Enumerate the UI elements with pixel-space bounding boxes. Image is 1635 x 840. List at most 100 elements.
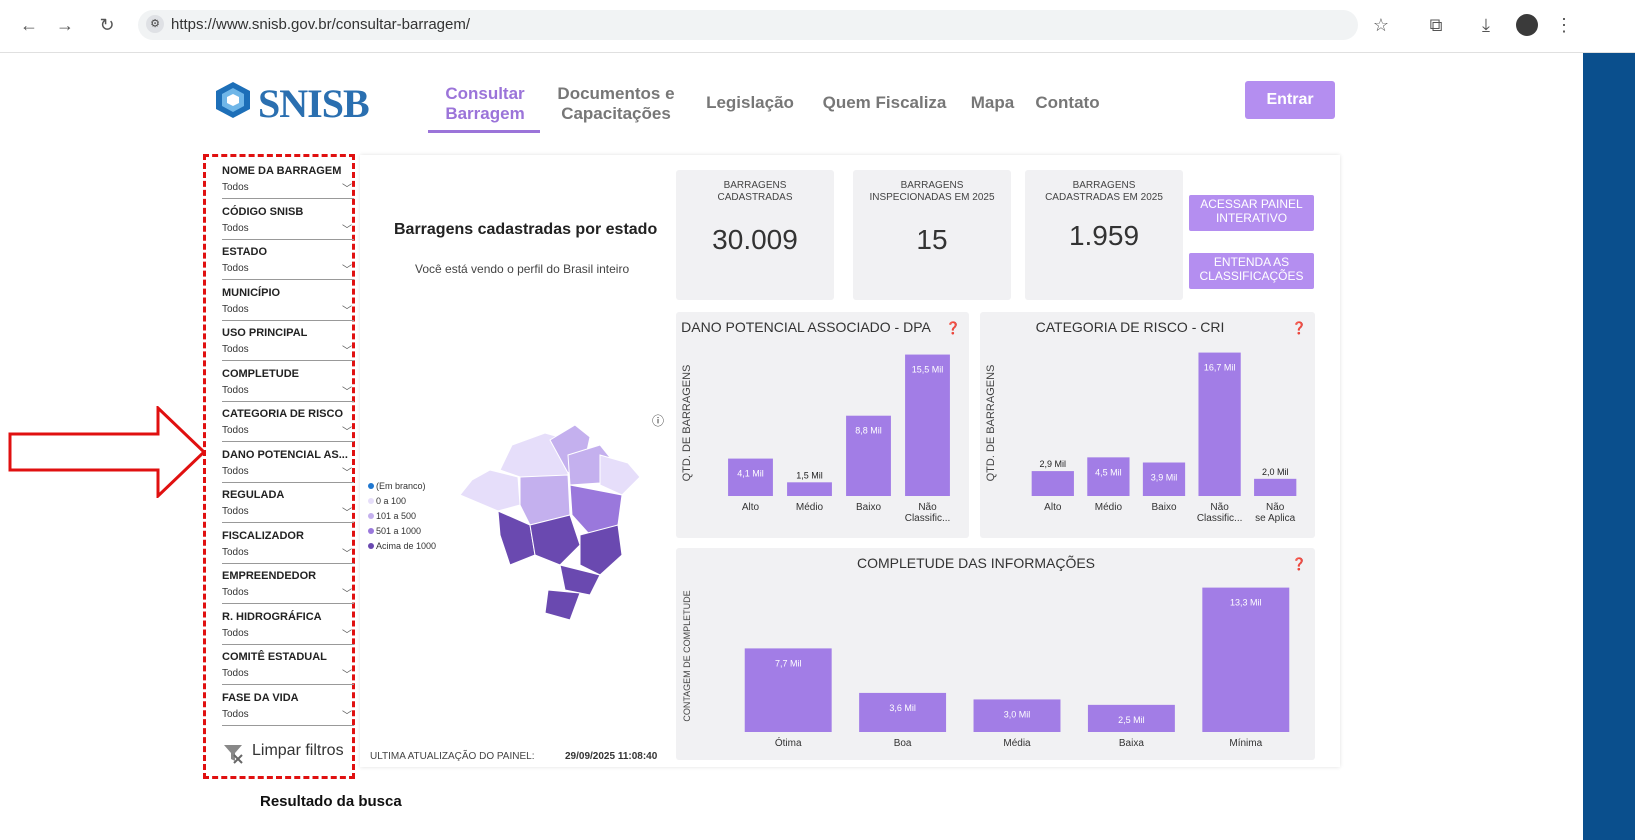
category-label: Alto	[742, 502, 760, 513]
filter-value: Todos	[222, 425, 249, 436]
category-label: Mínima	[1229, 738, 1262, 749]
map-title: Barragens cadastradas por estado	[394, 221, 658, 238]
back-icon[interactable]: ←	[18, 14, 40, 36]
chevron-down-icon[interactable]: ﹀	[342, 504, 352, 519]
legend-swatch	[368, 543, 374, 549]
y-axis-label: QTD. DE BARRAGENS	[681, 365, 693, 482]
help-icon: ❓	[1292, 321, 1307, 335]
legend-item[interactable]: 501 a 1000	[368, 526, 421, 536]
chevron-down-icon[interactable]: ﹀	[342, 261, 352, 276]
clear-filter-icon[interactable]	[222, 742, 244, 764]
filter-value: Todos	[222, 222, 249, 234]
chevron-down-icon[interactable]: ﹀	[342, 464, 352, 479]
logo[interactable]: SNISB	[258, 80, 370, 127]
category-label: Alto	[1044, 502, 1062, 513]
menu-dots-icon[interactable]: ⋮	[1553, 14, 1575, 36]
bar-value-label: 4,1 Mil	[737, 469, 764, 479]
nav-contato[interactable]: Contato	[1030, 93, 1105, 113]
bar-value-label: 2,9 Mil	[1040, 459, 1067, 469]
nav-legislacao[interactable]: Legislação	[700, 93, 800, 113]
chart-title: CATEGORIA DE RISCO - CRI	[1036, 319, 1225, 335]
chevron-down-icon[interactable]: ﹀	[342, 302, 352, 317]
site-info-icon[interactable]: ⚙	[146, 15, 164, 33]
bar-value-label: 3,9 Mil	[1151, 473, 1178, 483]
filter-select[interactable]: Todos ﹀	[222, 547, 354, 564]
open-panel-button[interactable]: ACESSAR PAINEL INTERATIVO	[1189, 195, 1314, 231]
url-text[interactable]: https://www.snisb.gov.br/consultar-barra…	[171, 16, 470, 33]
filter-value: Todos	[222, 627, 249, 639]
filter-label: USO PRINCIPAL	[222, 327, 308, 339]
filter-label: COMITÊ ESTADUAL	[222, 651, 327, 663]
bar-value-label: 4,5 Mil	[1095, 467, 1122, 477]
filter-select[interactable]: Todos ﹀	[222, 223, 354, 240]
category-label-line: Não	[1210, 502, 1229, 513]
filter-select[interactable]: Todos ﹀	[222, 628, 354, 645]
legend-swatch	[368, 483, 374, 489]
cri-chart: CATEGORIA DE RISCO - CRI ❓ QTD. DE BARRAGE…	[985, 319, 1307, 524]
legend-item[interactable]: Acima de 1000	[368, 541, 436, 551]
filter-select[interactable]: Todos ﹀	[222, 709, 354, 726]
page-edge	[1583, 53, 1635, 840]
star-icon[interactable]: ☆	[1370, 14, 1392, 36]
clear-filters-button[interactable]: Limpar filtros	[252, 742, 344, 760]
filter-select[interactable]: Todos ﹀	[222, 506, 354, 523]
chevron-down-icon[interactable]: ﹀	[342, 666, 352, 681]
bar-value-label: 2,5 Mil	[1118, 715, 1145, 725]
filter-label: R. HIDROGRÁFICA	[222, 610, 322, 623]
download-icon[interactable]: ⤓	[1475, 14, 1497, 36]
legend-label: (Em branco)	[376, 481, 426, 491]
nav-documentos[interactable]: Documentos e Capacitações	[556, 84, 676, 124]
chevron-down-icon[interactable]: ﹀	[342, 423, 352, 438]
chevron-down-icon[interactable]: ﹀	[342, 342, 352, 357]
kpi-title: BARRAGENS INSPECIONADAS EM 2025	[869, 180, 995, 203]
pointer-arrow-icon	[8, 406, 207, 498]
profile-avatar[interactable]	[1516, 14, 1538, 36]
category-label: Baixo	[1151, 502, 1176, 513]
filter-select[interactable]: Todos ﹀	[222, 425, 354, 442]
last-update-date: 29/09/2025 11:08:40	[565, 751, 658, 762]
nav-consultar-barragem[interactable]: Consultar Barragem	[430, 84, 540, 124]
category-label: Médio	[796, 502, 824, 513]
filter-select[interactable]: Todos ﹀	[222, 587, 354, 604]
nav-mapa[interactable]: Mapa	[965, 93, 1020, 113]
map-info-icon[interactable]: ⓘ	[652, 412, 664, 429]
legend-label: 501 a 1000	[376, 526, 422, 536]
chevron-down-icon[interactable]: ﹀	[342, 545, 352, 560]
legend-label: Acima de 1000	[376, 541, 437, 551]
category-label-line: Classific...	[1197, 513, 1243, 524]
kpi-title: BARRAGENS CADASTRADAS EM 2025	[1045, 180, 1163, 203]
filter-select[interactable]: Todos ﹀	[222, 668, 354, 685]
legend-item[interactable]: 0 a 100	[368, 496, 406, 506]
filter-select[interactable]: Todos ﹀	[222, 385, 354, 402]
kpi-value: 1.959	[1068, 220, 1140, 251]
chevron-down-icon[interactable]: ﹀	[342, 383, 352, 398]
chevron-down-icon[interactable]: ﹀	[342, 585, 352, 600]
filter-value: Todos	[222, 182, 249, 193]
chevron-down-icon[interactable]: ﹀	[342, 221, 352, 236]
filter-select[interactable]: Todos ﹀	[222, 344, 354, 361]
map-subtitle: Você está vendo o perfil do Brasil intei…	[415, 262, 630, 276]
filter-select[interactable]: Todos ﹀	[222, 182, 354, 199]
logo-icon[interactable]	[213, 80, 253, 120]
nav-quem-fiscaliza[interactable]: Quem Fiscaliza	[822, 93, 947, 113]
filter-value: Todos	[222, 303, 249, 315]
classifications-button[interactable]: ENTENDA AS CLASSIFICAÇÕES	[1189, 253, 1314, 289]
extensions-icon[interactable]: ⧉	[1425, 14, 1447, 36]
login-button[interactable]: Entrar	[1245, 81, 1335, 119]
reload-icon[interactable]: ↻	[96, 14, 118, 36]
chevron-down-icon[interactable]: ﹀	[342, 180, 352, 195]
filter-value: Todos	[222, 384, 249, 396]
chart-bar	[1202, 587, 1290, 732]
filter-select[interactable]: Todos ﹀	[222, 263, 354, 280]
chevron-down-icon[interactable]: ﹀	[342, 626, 352, 641]
filter-select[interactable]: Todos ﹀	[222, 304, 354, 321]
filter-value: Todos	[222, 263, 249, 274]
chevron-down-icon[interactable]: ﹀	[342, 707, 352, 722]
bar-value-label: 16,7 Mil	[1204, 363, 1236, 373]
forward-icon[interactable]: →	[54, 14, 76, 36]
help-icon: ❓	[1292, 557, 1307, 571]
filter-select[interactable]: Todos ﹀	[222, 466, 354, 483]
legend-item[interactable]: (Em branco)	[368, 481, 426, 491]
brazil-map[interactable]	[450, 415, 650, 625]
legend-item[interactable]: 101 a 500	[368, 511, 416, 521]
